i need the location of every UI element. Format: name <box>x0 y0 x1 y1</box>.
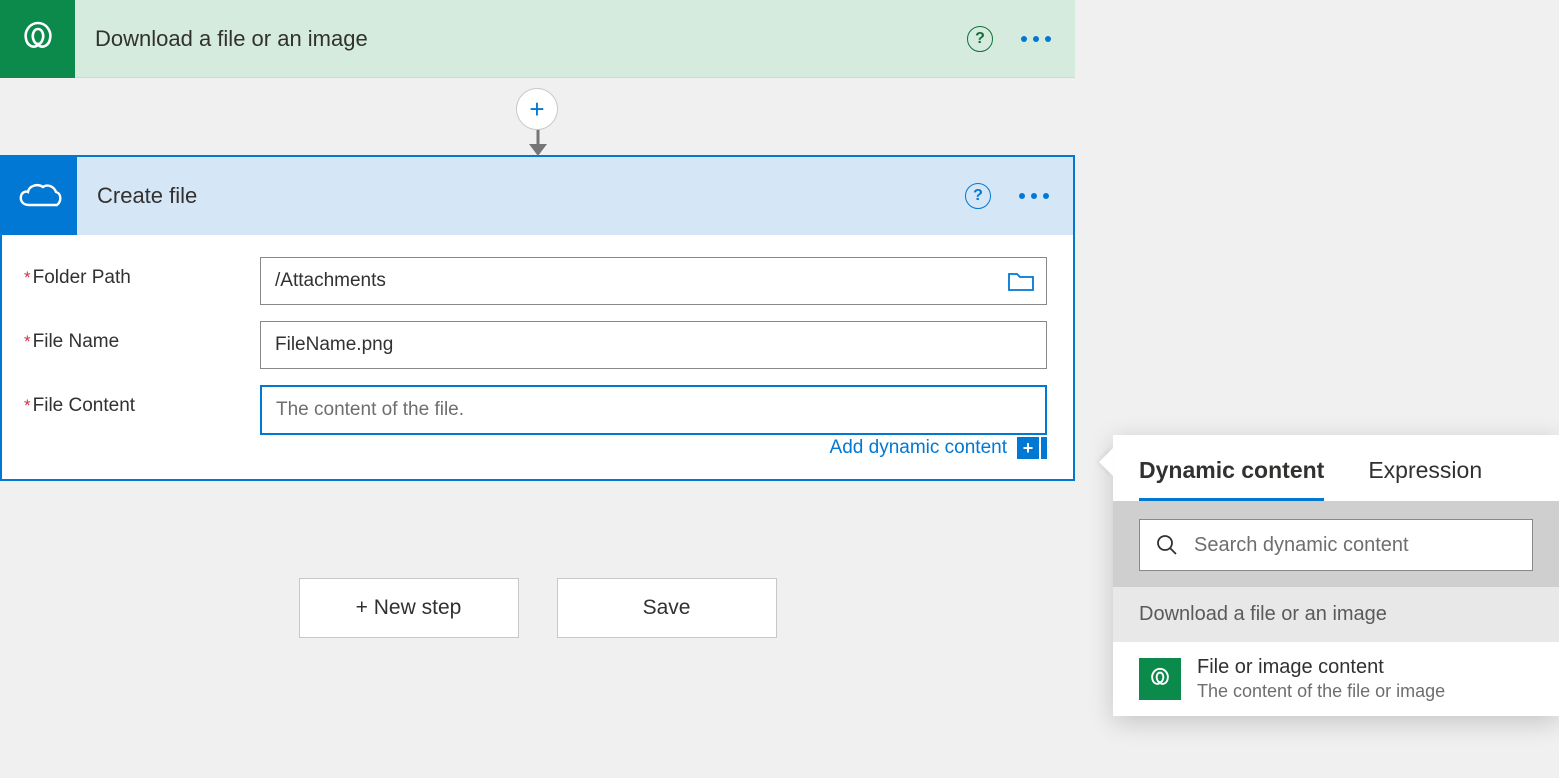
dataverse-icon <box>0 0 75 78</box>
bottom-buttons: + New step Save <box>0 578 1075 638</box>
field-file-name: File Name <box>24 321 1047 369</box>
toggle-bar <box>1041 437 1047 459</box>
folder-picker-button[interactable] <box>996 258 1046 304</box>
add-dynamic-content-row: Add dynamic content + <box>24 437 1047 459</box>
step-header[interactable]: Download a file or an image ? <box>0 0 1075 78</box>
field-label: File Content <box>24 385 260 417</box>
add-dynamic-content-link[interactable]: Add dynamic content <box>830 437 1007 459</box>
plus-icon: + <box>1017 437 1039 459</box>
folder-icon <box>1007 270 1035 292</box>
dynamic-content-toggle[interactable]: + <box>1017 437 1047 459</box>
search-wrap <box>1113 501 1559 587</box>
panel-pointer <box>1099 448 1113 476</box>
onedrive-icon <box>2 157 77 235</box>
tab-expression[interactable]: Expression <box>1368 457 1482 501</box>
item-text: File or image content The content of the… <box>1197 656 1445 702</box>
dynamic-content-item[interactable]: File or image content The content of the… <box>1113 642 1559 716</box>
insert-step-button[interactable]: + <box>516 88 558 130</box>
group-header: Download a file or an image <box>1113 587 1559 642</box>
step-title: Create file <box>77 183 965 209</box>
search-input[interactable] <box>1194 534 1516 557</box>
step-download-file[interactable]: Download a file or an image ? <box>0 0 1075 78</box>
save-button[interactable]: Save <box>557 578 777 638</box>
help-icon[interactable]: ? <box>965 183 991 209</box>
file-content-input[interactable] <box>260 385 1047 435</box>
field-label: File Name <box>24 321 260 353</box>
dataverse-icon <box>1139 658 1181 700</box>
dynamic-content-panel: Dynamic content Expression Download a fi… <box>1113 435 1559 716</box>
tab-dynamic-content[interactable]: Dynamic content <box>1139 457 1324 501</box>
step-body: Folder Path File Name File Content Add d… <box>2 235 1073 479</box>
plus-icon: + <box>529 96 544 122</box>
search-field[interactable] <box>1139 519 1533 571</box>
search-icon <box>1156 534 1178 556</box>
field-folder-path: Folder Path <box>24 257 1047 305</box>
field-label: Folder Path <box>24 257 260 289</box>
field-file-content: File Content <box>24 385 1047 435</box>
more-icon[interactable] <box>1021 36 1051 42</box>
step-title: Download a file or an image <box>75 26 967 52</box>
panel-tabs: Dynamic content Expression <box>1113 435 1559 501</box>
more-icon[interactable] <box>1019 193 1049 199</box>
file-name-input[interactable] <box>260 321 1047 369</box>
arrow-down-icon <box>525 128 551 158</box>
new-step-button[interactable]: + New step <box>299 578 519 638</box>
step-create-file: Create file ? Folder Path File Name File… <box>0 155 1075 481</box>
folder-path-input[interactable] <box>260 257 1047 305</box>
help-icon[interactable]: ? <box>967 26 993 52</box>
item-subtitle: The content of the file or image <box>1197 681 1445 702</box>
step-header[interactable]: Create file ? <box>2 157 1073 235</box>
item-title: File or image content <box>1197 656 1445 679</box>
